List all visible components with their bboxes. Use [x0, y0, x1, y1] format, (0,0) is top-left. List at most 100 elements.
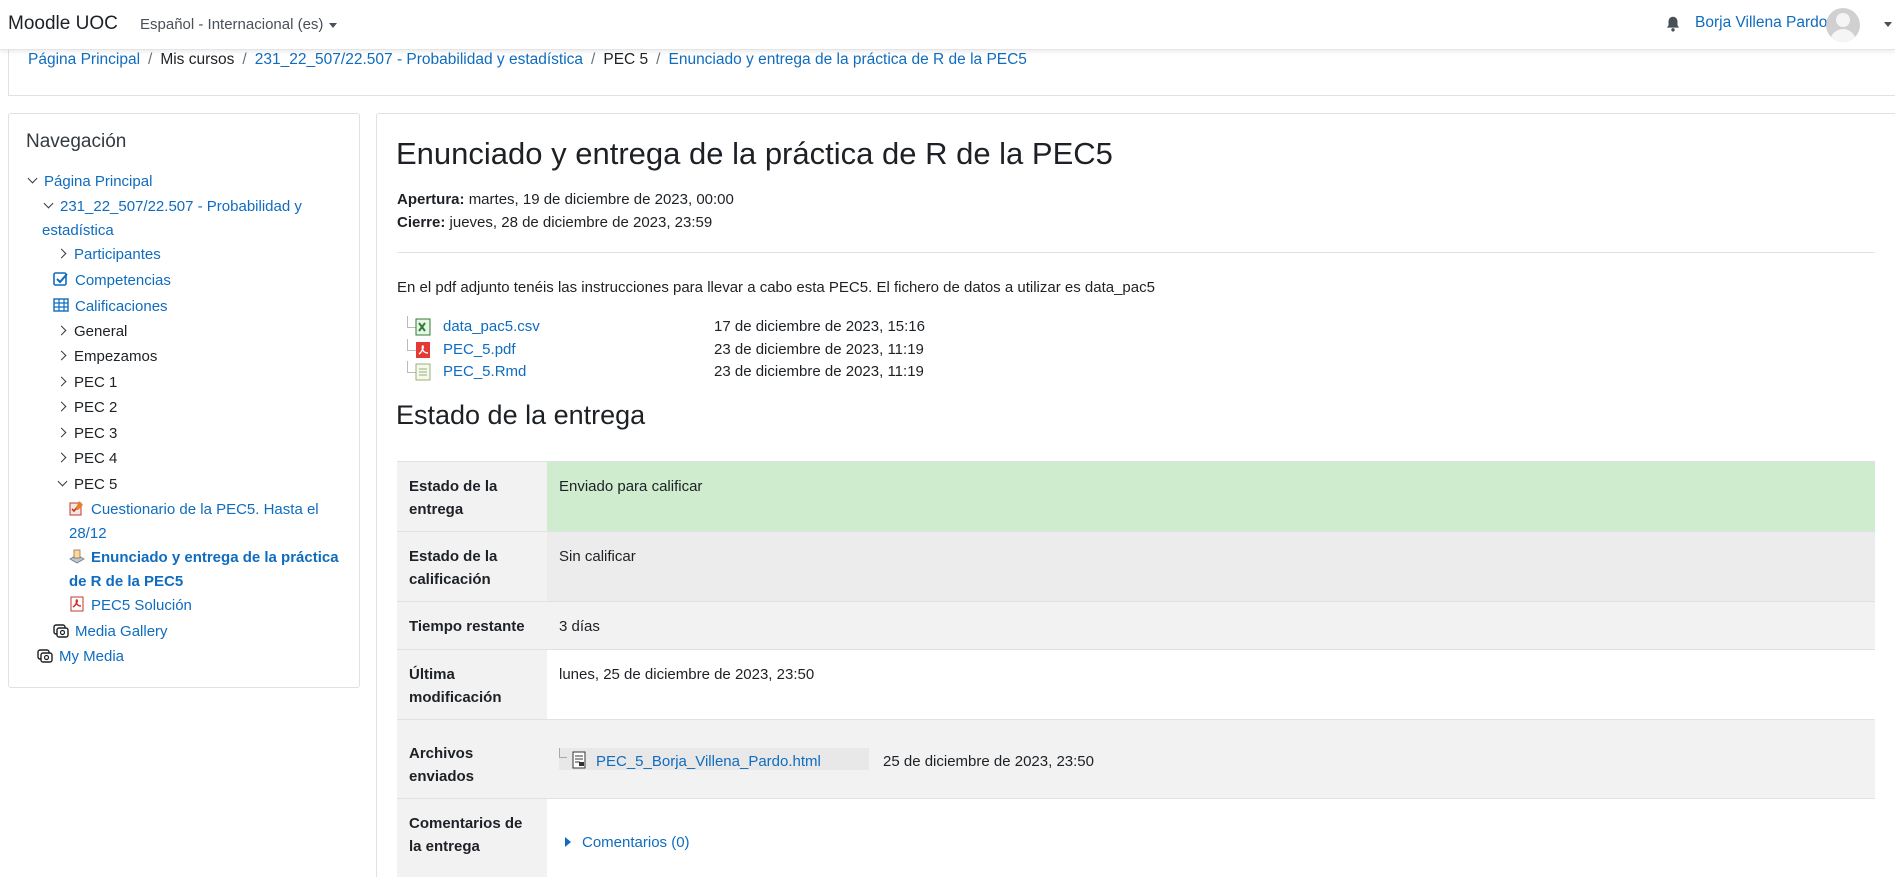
site-brand[interactable]: Moodle UOC — [8, 13, 118, 35]
chevron-right-icon[interactable] — [56, 400, 68, 412]
file-date: 23 de diciembre de 2023, 11:19 — [714, 341, 924, 358]
nav-competencies[interactable]: Competencias — [53, 269, 171, 293]
nav-my-media-link[interactable]: My Media — [59, 648, 124, 665]
nav-assignment[interactable]: Enunciado y entrega de la práctica — [69, 546, 339, 570]
nav-pec3-label[interactable]: PEC 3 — [74, 425, 117, 442]
nav-competencies-link[interactable]: Competencias — [75, 272, 171, 289]
opening-value: martes, 19 de diciembre de 2023, 00:00 — [468, 191, 734, 208]
language-menu[interactable]: Español - Internacional (es) — [140, 16, 338, 33]
breadcrumb-home[interactable]: Página Principal — [28, 51, 140, 68]
nav-course-link[interactable]: 231_22_507/22.507 - Probabilidad y — [60, 198, 302, 215]
chevron-down-icon[interactable] — [56, 477, 68, 489]
submitted-files-label: Archivos enviados — [397, 720, 547, 798]
nav-assignment-line2[interactable]: de R de la PEC5 — [69, 570, 183, 594]
nav-pec1[interactable]: PEC 1 — [56, 371, 117, 395]
breadcrumb: Página Principal / Mis cursos/231_22_507/2… — [28, 51, 1027, 68]
breadcrumb-course[interactable]: 231_22_507/22.507 - Probabilidad y estad… — [255, 51, 583, 68]
user-menu-chevron-icon[interactable] — [1884, 22, 1892, 27]
nav-solution-link[interactable]: PEC5 Solución — [91, 597, 192, 614]
submission-status-label: Estado de la entrega — [397, 462, 547, 531]
chevron-right-icon[interactable] — [56, 426, 68, 438]
nav-assignment-link[interactable]: Enunciado y entrega de la práctica — [91, 549, 339, 566]
assignment-icon — [69, 549, 85, 564]
chevron-right-icon[interactable] — [56, 349, 68, 361]
html-file-icon — [572, 751, 586, 769]
submission-status-table: Estado de la entrega Enviado para califi… — [397, 461, 1875, 877]
chevron-right-icon[interactable] — [56, 324, 68, 336]
nav-course-line2[interactable]: estadística — [42, 219, 114, 243]
nav-pec4-label[interactable]: PEC 4 — [74, 450, 117, 467]
pdf-icon — [416, 342, 430, 358]
caret-right-icon[interactable] — [565, 837, 571, 847]
breadcrumb-assignment[interactable]: Enunciado y entrega de la práctica de R … — [668, 51, 1026, 68]
closing-label: Cierre: — [397, 214, 446, 231]
nav-pec4[interactable]: PEC 4 — [56, 447, 117, 471]
last-modified-value: lunes, 25 de diciembre de 2023, 23:50 — [547, 650, 1875, 719]
nav-assignment-link-2[interactable]: de R de la PEC5 — [69, 573, 183, 590]
assignment-dates: Apertura: martes, 19 de diciembre de 202… — [397, 188, 734, 234]
file-link[interactable]: PEC_5.Rmd — [443, 363, 526, 380]
my-media-icon — [37, 649, 53, 663]
nav-media-gallery-link[interactable]: Media Gallery — [75, 623, 168, 640]
chevron-down-icon[interactable] — [42, 199, 54, 211]
nav-quiz[interactable]: Cuestionario de la PEC5. Hasta el — [69, 498, 319, 522]
avatar[interactable] — [1826, 8, 1860, 42]
language-label: Español - Internacional (es) — [140, 16, 324, 33]
user-name[interactable]: Borja Villena Pardo — [1695, 14, 1827, 32]
file-link[interactable]: PEC_5.pdf — [443, 341, 516, 358]
nav-home-link[interactable]: Página Principal — [44, 173, 152, 190]
top-navbar: Moodle UOC Español - Internacional (es) … — [0, 0, 1895, 50]
submission-status-heading: Estado de la entrega — [396, 400, 646, 430]
grading-status-value: Sin calificar — [547, 532, 1875, 601]
comments-toggle-link[interactable]: Comentarios (0) — [582, 831, 690, 854]
nav-start[interactable]: Empezamos — [56, 345, 157, 369]
chevron-right-icon[interactable] — [56, 375, 68, 387]
table-row: Archivos enviados PEC_5_Borja_Villena_Pa… — [397, 719, 1875, 798]
navigation-heading: Navegación — [26, 131, 127, 152]
nav-pec3[interactable]: PEC 3 — [56, 422, 117, 446]
table-row: Estado de la entrega Enviado para califi… — [397, 461, 1875, 531]
last-modified-label: Última modificación — [397, 650, 547, 719]
bell-icon[interactable] — [1664, 15, 1682, 33]
page-title: Enunciado y entrega de la práctica de R … — [396, 136, 1113, 171]
nav-pec5[interactable]: PEC 5 — [56, 473, 117, 497]
closing-value: jueves, 28 de diciembre de 2023, 23:59 — [449, 214, 713, 231]
nav-grades[interactable]: Calificaciones — [53, 295, 168, 319]
submitted-file-date: 25 de diciembre de 2023, 23:50 — [883, 753, 1094, 770]
nav-start-label[interactable]: Empezamos — [74, 348, 157, 365]
breadcrumb-my-courses: Mis cursos — [160, 51, 235, 68]
nav-solution[interactable]: PEC5 Solución — [69, 594, 192, 618]
chevron-right-icon[interactable] — [56, 247, 68, 259]
nav-pec1-label[interactable]: PEC 1 — [74, 374, 117, 391]
comments-label: Comentarios de la entrega — [397, 799, 547, 877]
nav-participants-link[interactable]: Participantes — [74, 246, 161, 263]
nav-course[interactable]: 231_22_507/22.507 - Probabilidad y — [42, 195, 302, 219]
table-row: Estado de la calificación Sin calificar — [397, 531, 1875, 601]
quiz-icon — [69, 501, 83, 516]
nav-quiz-link[interactable]: Cuestionario de la PEC5. Hasta el — [91, 501, 319, 518]
nav-course-link-2[interactable]: estadística — [42, 222, 114, 239]
nav-grades-link[interactable]: Calificaciones — [75, 298, 168, 315]
nav-quiz-line2[interactable]: 28/12 — [69, 522, 107, 546]
nav-media-gallery[interactable]: Media Gallery — [53, 620, 168, 644]
time-remaining-value: 3 días — [547, 602, 1875, 649]
nav-pec2[interactable]: PEC 2 — [56, 396, 117, 420]
pdf-icon — [70, 596, 84, 612]
chevron-down-icon[interactable] — [26, 174, 38, 186]
file-link[interactable]: data_pac5.csv — [443, 318, 540, 335]
nav-home[interactable]: Página Principal — [26, 170, 152, 194]
divider — [397, 252, 1875, 253]
nav-my-media[interactable]: My Media — [37, 645, 124, 669]
nav-pec5-label[interactable]: PEC 5 — [74, 476, 117, 493]
nav-quiz-link-2[interactable]: 28/12 — [69, 525, 107, 542]
submitted-files-value: PEC_5_Borja_Villena_Pardo.html 25 de dic… — [547, 720, 1875, 798]
nav-pec2-label[interactable]: PEC 2 — [74, 399, 117, 416]
nav-participants[interactable]: Participantes — [56, 243, 161, 267]
media-gallery-icon — [53, 624, 69, 638]
nav-general[interactable]: General — [56, 320, 127, 344]
nav-general-label[interactable]: General — [74, 323, 127, 340]
table-row: Tiempo restante 3 días — [397, 601, 1875, 649]
chevron-right-icon[interactable] — [56, 451, 68, 463]
submitted-file-link[interactable]: PEC_5_Borja_Villena_Pardo.html — [596, 750, 821, 773]
opening-label: Apertura: — [397, 191, 465, 208]
